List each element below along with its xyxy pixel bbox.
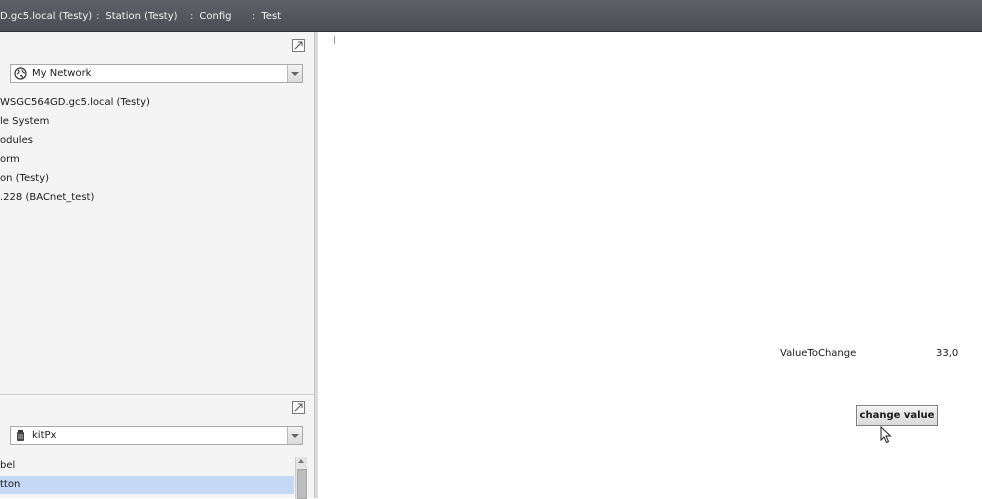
tree-item-label: le System	[0, 116, 50, 127]
list-item-label: tton	[0, 479, 21, 490]
breadcrumb-separator-icon: :	[252, 11, 256, 22]
tree-item-station[interactable]: on (Testy)	[0, 173, 49, 184]
tree-item-label: on (Testy)	[0, 173, 50, 184]
palette-pane: kitPx bel tton	[0, 394, 314, 499]
breadcrumb-host[interactable]: D.gc5.local (Testy)	[0, 11, 92, 22]
tree-item-host[interactable]: WSGC564GD.gc5.local (Testy)	[0, 97, 150, 108]
list-item-label: bel	[0, 460, 16, 471]
tree-item-label: orm	[0, 154, 20, 165]
palette-scrollbar[interactable]	[295, 457, 307, 499]
palette-item-label[interactable]: bel	[0, 457, 294, 475]
tree-item-modules[interactable]: odules	[0, 135, 33, 146]
breadcrumb-bar: D.gc5.local (Testy) : Station (Testy) : Co…	[0, 0, 982, 32]
scrollbar-thumb[interactable]	[297, 469, 307, 499]
tree-item-label: WSGC564GD.gc5.local (Testy)	[0, 97, 150, 108]
scroll-up-icon[interactable]	[298, 459, 304, 463]
value-label: ValueToChange	[780, 348, 857, 359]
palette-selector[interactable]: kitPx	[10, 426, 303, 445]
tree-item-label: odules	[0, 135, 33, 146]
nav-selector[interactable]: My Network	[10, 64, 303, 83]
breadcrumb-separator-icon: :	[96, 11, 100, 22]
chevron-down-icon[interactable]	[287, 65, 302, 82]
breadcrumb-test[interactable]: : Test	[252, 11, 281, 22]
tree-item-file-system[interactable]: le System	[0, 116, 49, 127]
nav-pane: My Network WSGC564GD.gc5.local (Testy) l…	[0, 32, 314, 392]
change-value-button[interactable]: change value	[856, 405, 938, 426]
px-canvas: ValueToChange 33,0 change value	[318, 32, 982, 498]
breadcrumb-station-label: Station (Testy)	[105, 11, 178, 22]
breadcrumb-test-label: Test	[261, 11, 282, 22]
tree-item-platform[interactable]: orm	[0, 154, 20, 165]
chevron-down-icon[interactable]	[287, 427, 302, 444]
breadcrumb-station[interactable]: : Station (Testy)	[96, 11, 178, 22]
text-caret	[334, 36, 335, 44]
palette-selector-value: kitPx	[32, 430, 57, 441]
maximize-icon	[294, 41, 303, 50]
mouse-pointer-icon	[880, 426, 892, 444]
maximize-icon	[294, 403, 303, 412]
breadcrumb-config[interactable]: : Config	[190, 11, 231, 22]
palette-item-button[interactable]: tton	[0, 476, 294, 494]
tree-item-bacnet[interactable]: .228 (BACnet_test)	[0, 192, 94, 203]
maximize-pane-button[interactable]	[292, 401, 305, 414]
value-readout: 33,0	[936, 348, 959, 359]
breadcrumb-config-label: Config	[199, 11, 232, 22]
sidebar: My Network WSGC564GD.gc5.local (Testy) l…	[0, 32, 314, 499]
breadcrumb-host-label: D.gc5.local (Testy)	[0, 11, 93, 22]
palette-jar-icon	[17, 430, 24, 441]
maximize-pane-button[interactable]	[292, 39, 305, 52]
globe-icon	[14, 67, 27, 80]
tree-item-label: .228 (BACnet_test)	[0, 192, 95, 203]
nav-selector-value: My Network	[32, 68, 92, 79]
breadcrumb-separator-icon: :	[190, 11, 194, 22]
